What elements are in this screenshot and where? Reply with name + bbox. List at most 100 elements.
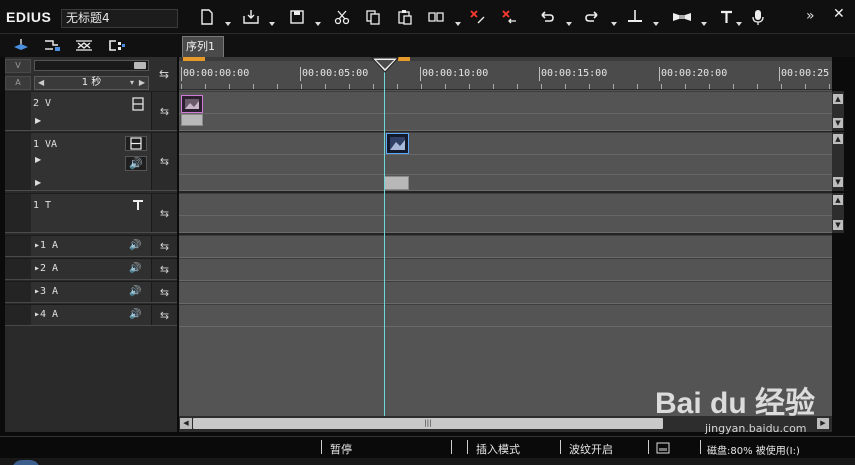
save-dropdown-icon[interactable] xyxy=(314,20,322,28)
new-dropdown-icon[interactable] xyxy=(224,20,232,28)
track-mode-icon[interactable] xyxy=(671,8,693,26)
status-insert-mode[interactable]: 插入模式 xyxy=(476,441,520,457)
track-mode-dropdown-icon[interactable] xyxy=(700,20,708,28)
clip-audio-tail[interactable] xyxy=(384,176,409,190)
lane-scrollbar-2v[interactable]: ▲ ▼ xyxy=(832,91,844,131)
track-patch[interactable] xyxy=(5,282,31,302)
speaker-icon[interactable]: 🔊 xyxy=(129,286,141,297)
zoom-decrease-icon[interactable]: ◀ xyxy=(38,77,44,89)
sync-icon[interactable]: ⇆ xyxy=(151,92,177,130)
expand-audio-icon[interactable]: ▶ xyxy=(35,178,41,187)
import-icon[interactable] xyxy=(242,8,260,26)
timeline-area[interactable]: 00:00:00:00 00:00:05:00 00:00:10:00 00:0… xyxy=(179,57,832,432)
sync-icon[interactable]: ⇆ xyxy=(151,259,177,279)
zoom-slider-thumb[interactable] xyxy=(134,62,146,69)
copy-icon[interactable] xyxy=(364,8,382,26)
track-patch[interactable] xyxy=(5,194,31,232)
close-icon[interactable]: ✕ xyxy=(833,6,845,22)
expand-icon[interactable]: ▶ xyxy=(35,116,41,125)
scroll-down-icon[interactable]: ▼ xyxy=(833,177,843,187)
track-header-2a[interactable]: ▸2 A 🔊 ⇆ xyxy=(5,258,177,280)
more-tools-button[interactable]: » xyxy=(806,8,815,24)
sync-lock-icon[interactable] xyxy=(10,37,32,54)
add-edit-point-icon[interactable] xyxy=(626,8,644,26)
redo-dropdown-icon[interactable] xyxy=(610,20,618,28)
scroll-down-icon[interactable]: ▼ xyxy=(833,118,843,128)
zoom-increase-icon[interactable]: ▶ xyxy=(139,77,145,89)
timeline-lane-1a[interactable] xyxy=(179,235,832,258)
scroll-up-icon[interactable]: ▲ xyxy=(833,195,843,205)
clip-thumbnail[interactable] xyxy=(386,133,409,154)
undo-dropdown-icon[interactable] xyxy=(565,20,573,28)
microphone-icon[interactable] xyxy=(749,8,767,26)
track-header-2v[interactable]: 2 V ▶ ⇆ xyxy=(5,91,177,131)
timeline-lane-4a[interactable] xyxy=(179,304,832,327)
scroll-down-icon[interactable]: ▼ xyxy=(833,220,843,230)
video-display-icon[interactable] xyxy=(125,136,147,151)
track-header-3a[interactable]: ▸3 A 🔊 ⇆ xyxy=(5,281,177,303)
scroll-up-icon[interactable]: ▲ xyxy=(833,134,843,144)
track-patch[interactable] xyxy=(5,133,31,190)
sync-icon[interactable]: ⇆ xyxy=(151,194,177,232)
zoom-dropdown-icon[interactable]: ▾ xyxy=(130,77,134,89)
expand-icon[interactable]: ▶ xyxy=(35,155,41,164)
sync-icon[interactable]: ⇆ xyxy=(151,236,177,256)
timeline-lane-2v[interactable] xyxy=(179,91,832,131)
paste-icon[interactable] xyxy=(396,8,414,26)
speaker-icon[interactable]: 🔊 xyxy=(129,240,141,251)
out-point-marker[interactable] xyxy=(398,57,410,61)
in-out-bar[interactable] xyxy=(179,57,832,61)
replace-icon[interactable] xyxy=(427,8,445,26)
title-dropdown-icon[interactable] xyxy=(735,20,743,28)
track-header-4a[interactable]: ▸4 A 🔊 ⇆ xyxy=(5,304,177,326)
timecode-ruler[interactable]: 00:00:00:00 00:00:05:00 00:00:10:00 00:0… xyxy=(179,57,832,90)
timeline-lane-1t[interactable] xyxy=(179,193,832,233)
track-patch[interactable] xyxy=(5,236,31,256)
edit-point-dropdown-icon[interactable] xyxy=(652,20,660,28)
track-patch[interactable] xyxy=(5,92,31,130)
status-ripple[interactable]: 波纹开启 xyxy=(569,441,613,457)
playhead-marker-icon[interactable] xyxy=(370,57,400,76)
speaker-icon[interactable]: 🔊 xyxy=(129,309,141,320)
zoom-scale-select[interactable]: ◀ 1 秒 ▾ ▶ xyxy=(34,76,149,90)
clip-thumbnail[interactable] xyxy=(181,95,203,113)
new-file-icon[interactable] xyxy=(198,8,216,26)
title-track-icon[interactable] xyxy=(132,199,144,214)
redo-icon[interactable] xyxy=(583,8,601,26)
clip-audio-tail[interactable] xyxy=(181,114,203,126)
group-link-icon[interactable] xyxy=(106,37,128,54)
tab-sequence-1[interactable]: 序列1 xyxy=(182,36,224,57)
project-name-field[interactable]: 无标题4 xyxy=(61,9,178,28)
lane-scrollbar-1t[interactable]: ▲ ▼ xyxy=(832,193,844,233)
scroll-up-icon[interactable]: ▲ xyxy=(833,94,843,104)
sync-toggle-icon[interactable]: ⇆ xyxy=(151,64,177,84)
timeline-lane-3a[interactable] xyxy=(179,281,832,304)
scissors-icon[interactable] xyxy=(333,8,351,26)
title-icon[interactable] xyxy=(718,8,736,26)
sync-icon[interactable]: ⇆ xyxy=(151,305,177,325)
track-patch[interactable] xyxy=(5,305,31,325)
ripple-delete-icon[interactable] xyxy=(500,8,518,26)
import-dropdown-icon[interactable] xyxy=(268,20,276,28)
lane-scrollbar-1va[interactable]: ▲ ▼ xyxy=(832,132,844,191)
scroll-thumb[interactable]: ||| xyxy=(193,418,663,429)
zoom-slider[interactable] xyxy=(34,60,149,71)
track-link-icon[interactable] xyxy=(41,37,63,54)
sync-icon[interactable]: ⇆ xyxy=(151,282,177,302)
track-header-1va[interactable]: 1 VA 🔊 ▶ ▶ ⇆ xyxy=(5,132,177,191)
in-point-marker[interactable] xyxy=(183,57,205,61)
timeline-lane-1va[interactable] xyxy=(179,132,832,191)
ripple-mode-icon[interactable] xyxy=(73,37,95,54)
track-header-1t[interactable]: 1 T ⇆ xyxy=(5,193,177,233)
delete-icon[interactable] xyxy=(468,8,486,26)
track-patch[interactable] xyxy=(5,259,31,279)
speaker-icon[interactable]: 🔊 xyxy=(129,263,141,274)
scroll-left-icon[interactable]: ◀ xyxy=(180,418,192,429)
speaker-icon[interactable]: 🔊 xyxy=(125,156,147,171)
save-icon[interactable] xyxy=(288,8,306,26)
track-header-1a[interactable]: ▸1 A 🔊 ⇆ xyxy=(5,235,177,257)
undo-icon[interactable] xyxy=(538,8,556,26)
playhead-line[interactable] xyxy=(384,71,385,432)
replace-dropdown-icon[interactable] xyxy=(454,20,462,28)
sync-icon[interactable]: ⇆ xyxy=(151,133,177,190)
